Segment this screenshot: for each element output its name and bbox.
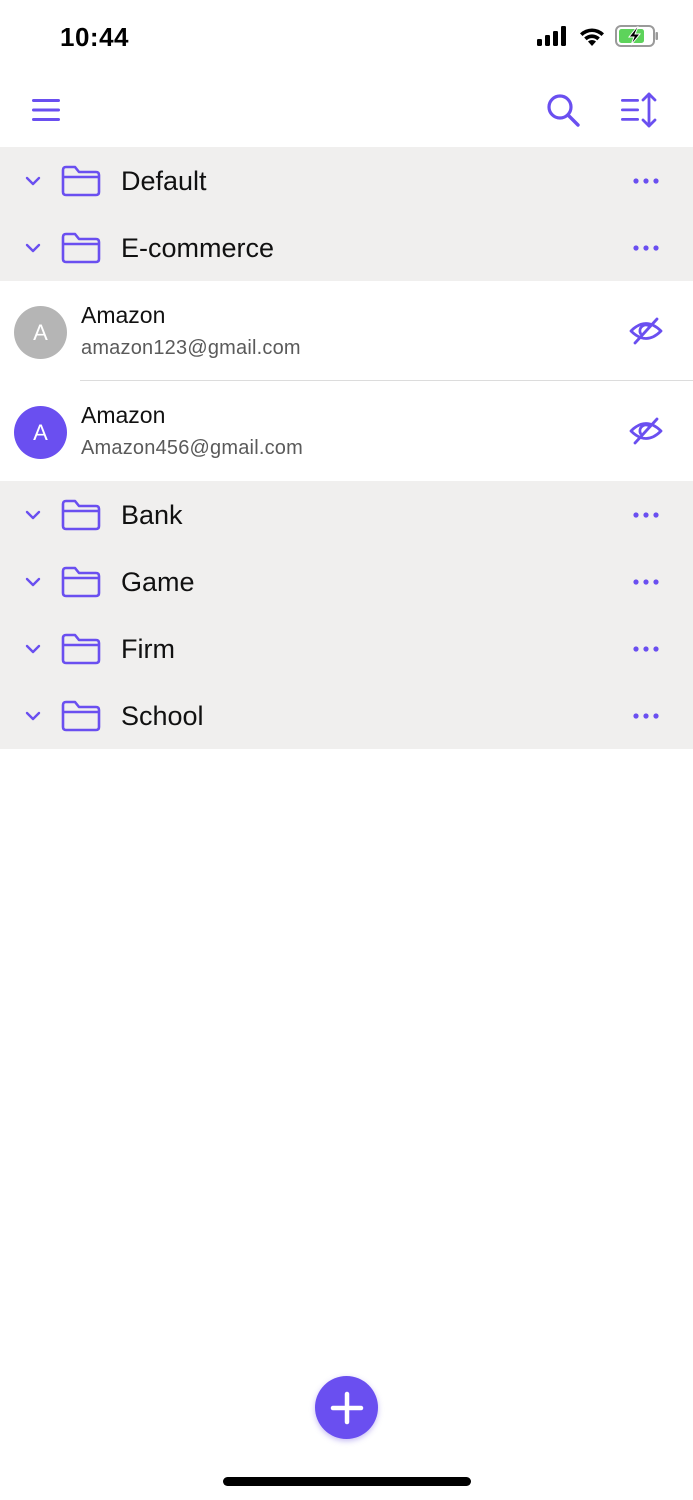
sort-icon [621,92,657,128]
chevron-down-icon[interactable] [22,571,44,593]
hamburger-menu-icon [32,99,60,121]
folder-icon [61,232,101,264]
more-options-button[interactable] [628,637,664,661]
folder-label: Firm [121,634,175,664]
folder-label: Default [121,166,207,196]
entry-title: Amazon [81,402,166,428]
chevron-down-icon[interactable] [22,504,44,526]
folder-icon [61,700,101,732]
battery-charging-icon [615,25,658,47]
folder-group-top: Default E-commerce [0,147,693,281]
entry-row[interactable]: A Amazon Amazon456@gmail.com [0,381,693,481]
folder-icon [61,165,101,197]
entry-email: Amazon456@gmail.com [81,437,303,459]
eye-off-icon [629,317,663,345]
add-button[interactable] [315,1376,378,1439]
toggle-visibility-button[interactable] [626,313,666,349]
folder-icon [61,633,101,665]
folder-label: E-commerce [121,233,275,263]
cellular-signal-icon [537,26,566,46]
folder-row-game[interactable]: Game [0,548,693,615]
folder-label: School [121,701,204,731]
menu-button[interactable] [26,90,66,130]
folder-row-firm[interactable]: Firm [0,615,693,682]
chevron-down-icon[interactable] [22,237,44,259]
more-horizontal-icon [633,713,659,719]
search-button[interactable] [543,90,583,130]
chevron-down-icon[interactable] [22,638,44,660]
status-bar: 10:44 [0,0,693,76]
folder-label: Bank [121,500,183,530]
folder-icon [61,566,101,598]
more-horizontal-icon [633,512,659,518]
home-indicator[interactable] [223,1477,471,1486]
avatar: A [14,406,67,459]
more-horizontal-icon [633,245,659,251]
more-options-button[interactable] [628,169,664,193]
folder-group-bottom: Bank Game Firm School [0,481,693,749]
more-options-button[interactable] [628,236,664,260]
plus-icon [330,1391,363,1424]
more-horizontal-icon [633,178,659,184]
search-icon [547,94,580,127]
more-options-button[interactable] [628,570,664,594]
folder-row-e-commerce[interactable]: E-commerce [0,214,693,281]
toggle-visibility-button[interactable] [626,413,666,449]
chevron-down-icon[interactable] [22,705,44,727]
folder-row-default[interactable]: Default [0,147,693,214]
wifi-icon [580,27,604,46]
more-options-button[interactable] [628,503,664,527]
more-horizontal-icon [633,579,659,585]
avatar: A [14,306,67,359]
folder-icon [61,499,101,531]
folder-row-bank[interactable]: Bank [0,481,693,548]
entry-list: A Amazon amazon123@gmail.com A Amazon Am… [0,281,693,481]
entry-title: Amazon [81,302,166,328]
vault-list: Default E-commerce A Amazon amazon123@gm… [0,147,693,749]
sort-button[interactable] [617,90,661,130]
status-icons [537,25,659,47]
entry-email: amazon123@gmail.com [81,337,301,359]
toolbar [0,76,693,146]
more-horizontal-icon [633,646,659,652]
status-time: 10:44 [60,22,129,52]
chevron-down-icon[interactable] [22,170,44,192]
entry-row[interactable]: A Amazon amazon123@gmail.com [0,281,693,381]
more-options-button[interactable] [628,704,664,728]
folder-label: Game [121,567,195,597]
folder-row-school[interactable]: School [0,682,693,749]
eye-off-icon [629,417,663,445]
